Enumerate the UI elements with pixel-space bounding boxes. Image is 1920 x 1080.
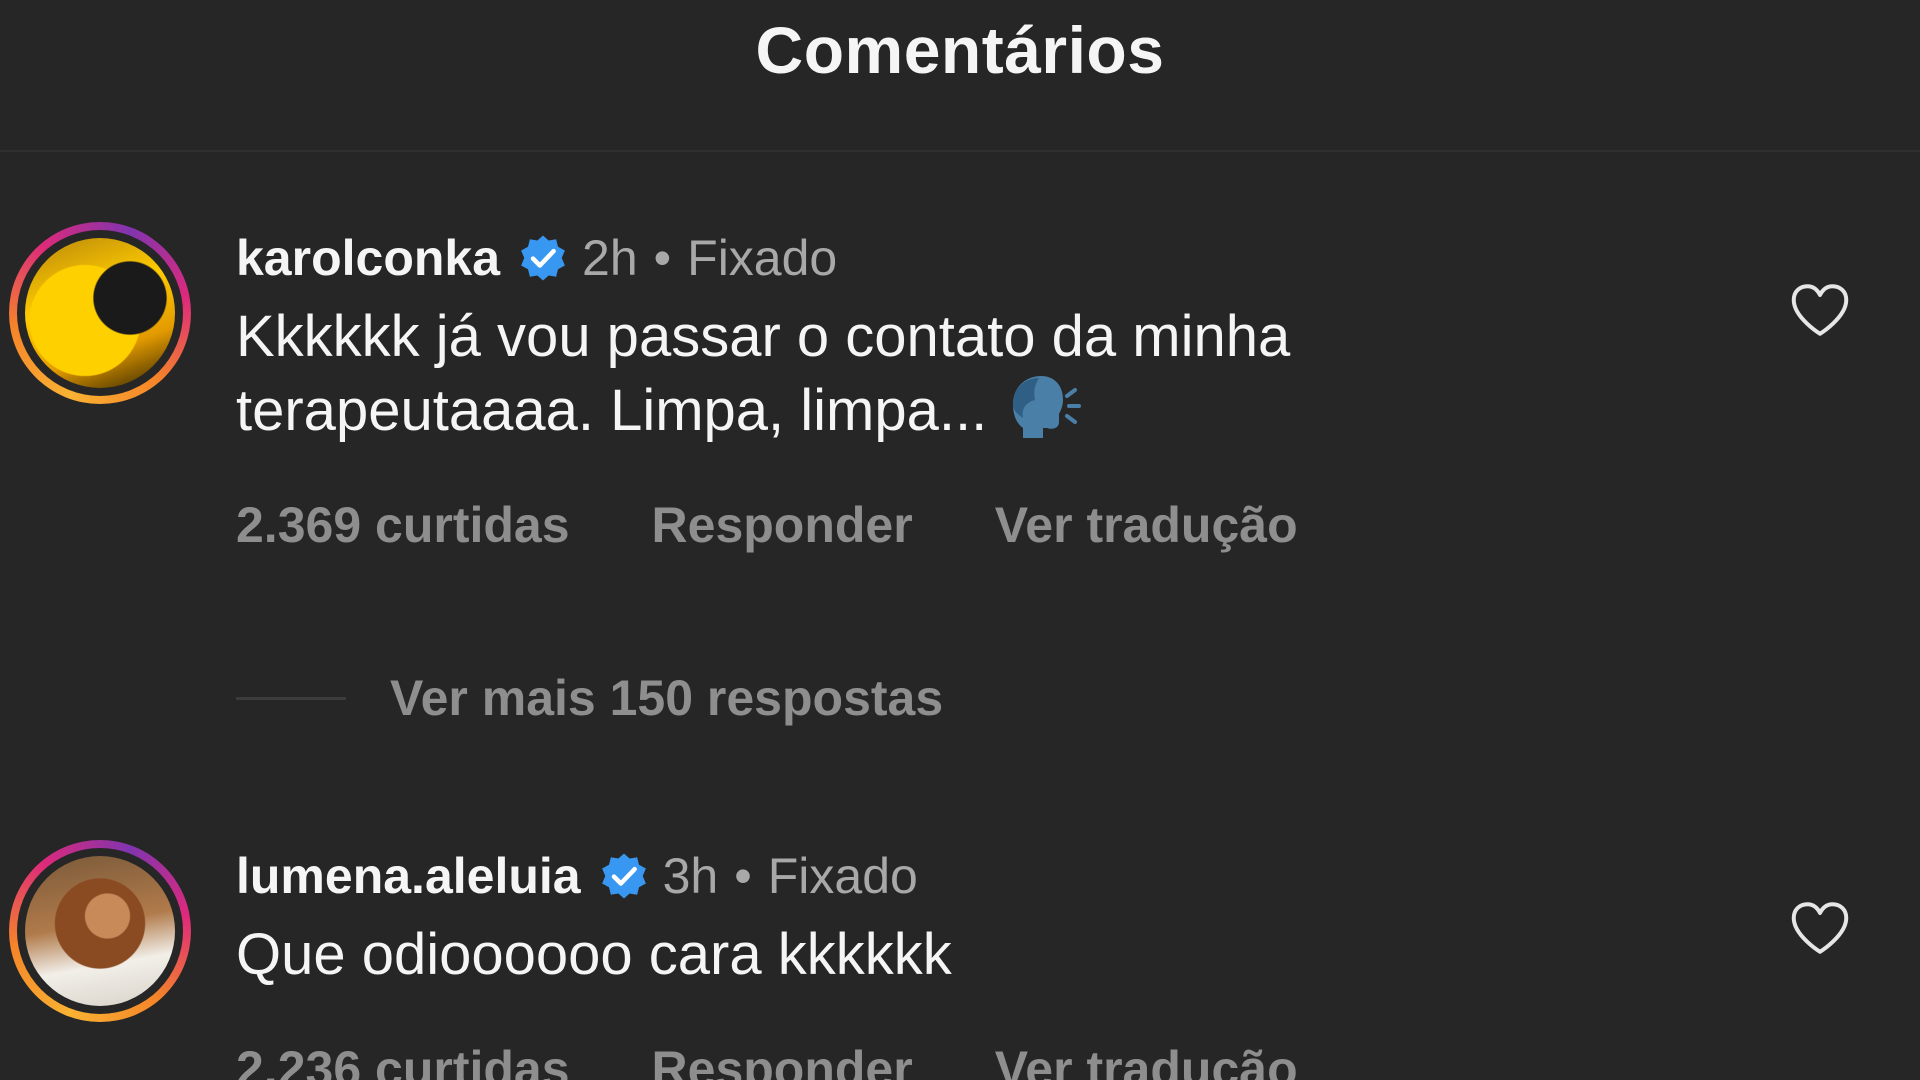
avatar-photo [25, 238, 175, 388]
comment-actions: 2.236 curtidas Responder Ver tradução [236, 1040, 1380, 1080]
likes-count[interactable]: 2.369 curtidas [236, 496, 570, 554]
comment-actions: 2.369 curtidas Responder Ver tradução [236, 496, 1380, 554]
pinned-label: Fixado [767, 848, 918, 904]
comment-text: Kkkkkk já vou passar o contato da minha … [236, 300, 1756, 448]
avatar-photo [25, 856, 175, 1006]
pinned-label: Fixado [687, 230, 838, 286]
comment-text-line-2: terapeutaaaa. Limpa, limpa... [236, 378, 988, 443]
comment-text-line: Que odioooooo cara kkkkkk [236, 922, 952, 987]
comment-text-line: Kkkkkk já vou passar o contato da minha [236, 304, 1291, 369]
view-more-replies-label[interactable]: Ver mais 150 respostas [390, 669, 943, 727]
verified-badge-icon [601, 853, 646, 899]
username[interactable]: karolconka [236, 228, 500, 288]
comment-body: karolconka 2h • Fixado Kkkkkk já vou pas… [236, 228, 1756, 448]
view-more-replies[interactable]: Ver mais 150 respostas [236, 668, 943, 728]
reply-button[interactable]: Responder [652, 496, 913, 554]
heart-icon[interactable] [1790, 282, 1850, 338]
separator-dot: • [734, 848, 752, 904]
speaking-head-icon [1013, 376, 1082, 438]
comment-time: 2h [582, 230, 638, 286]
page-title: Comentários [755, 13, 1165, 87]
comment-body: lumena.aleluia 3h • Fixado Que odioooooo… [236, 846, 1756, 992]
separator-dot: • [653, 230, 672, 286]
reply-button[interactable]: Responder [652, 1040, 913, 1080]
avatar[interactable] [9, 222, 191, 404]
avatar[interactable] [9, 840, 191, 1022]
likes-count[interactable]: 2.236 curtidas [236, 1040, 570, 1080]
comment-text: Que odioooooo cara kkkkkk [236, 918, 1756, 992]
translate-button[interactable]: Ver tradução [995, 1040, 1298, 1080]
comments-screen: Comentários karolconka 2h • Fixado Kkkkk… [0, 0, 1920, 1080]
comments-header: Comentários [0, 0, 1920, 152]
comment-text-line: terapeutaaaa. Limpa, limpa... [236, 374, 1756, 448]
comment-time: 3h [662, 848, 719, 904]
username[interactable]: lumena.aleluia [236, 846, 581, 906]
translate-button[interactable]: Ver tradução [995, 496, 1298, 554]
comment-meta: karolconka 2h • Fixado [236, 228, 1756, 288]
verified-badge-icon [521, 235, 565, 281]
replies-divider [236, 696, 346, 700]
comment-meta: lumena.aleluia 3h • Fixado [236, 846, 1756, 906]
heart-icon[interactable] [1790, 900, 1850, 956]
